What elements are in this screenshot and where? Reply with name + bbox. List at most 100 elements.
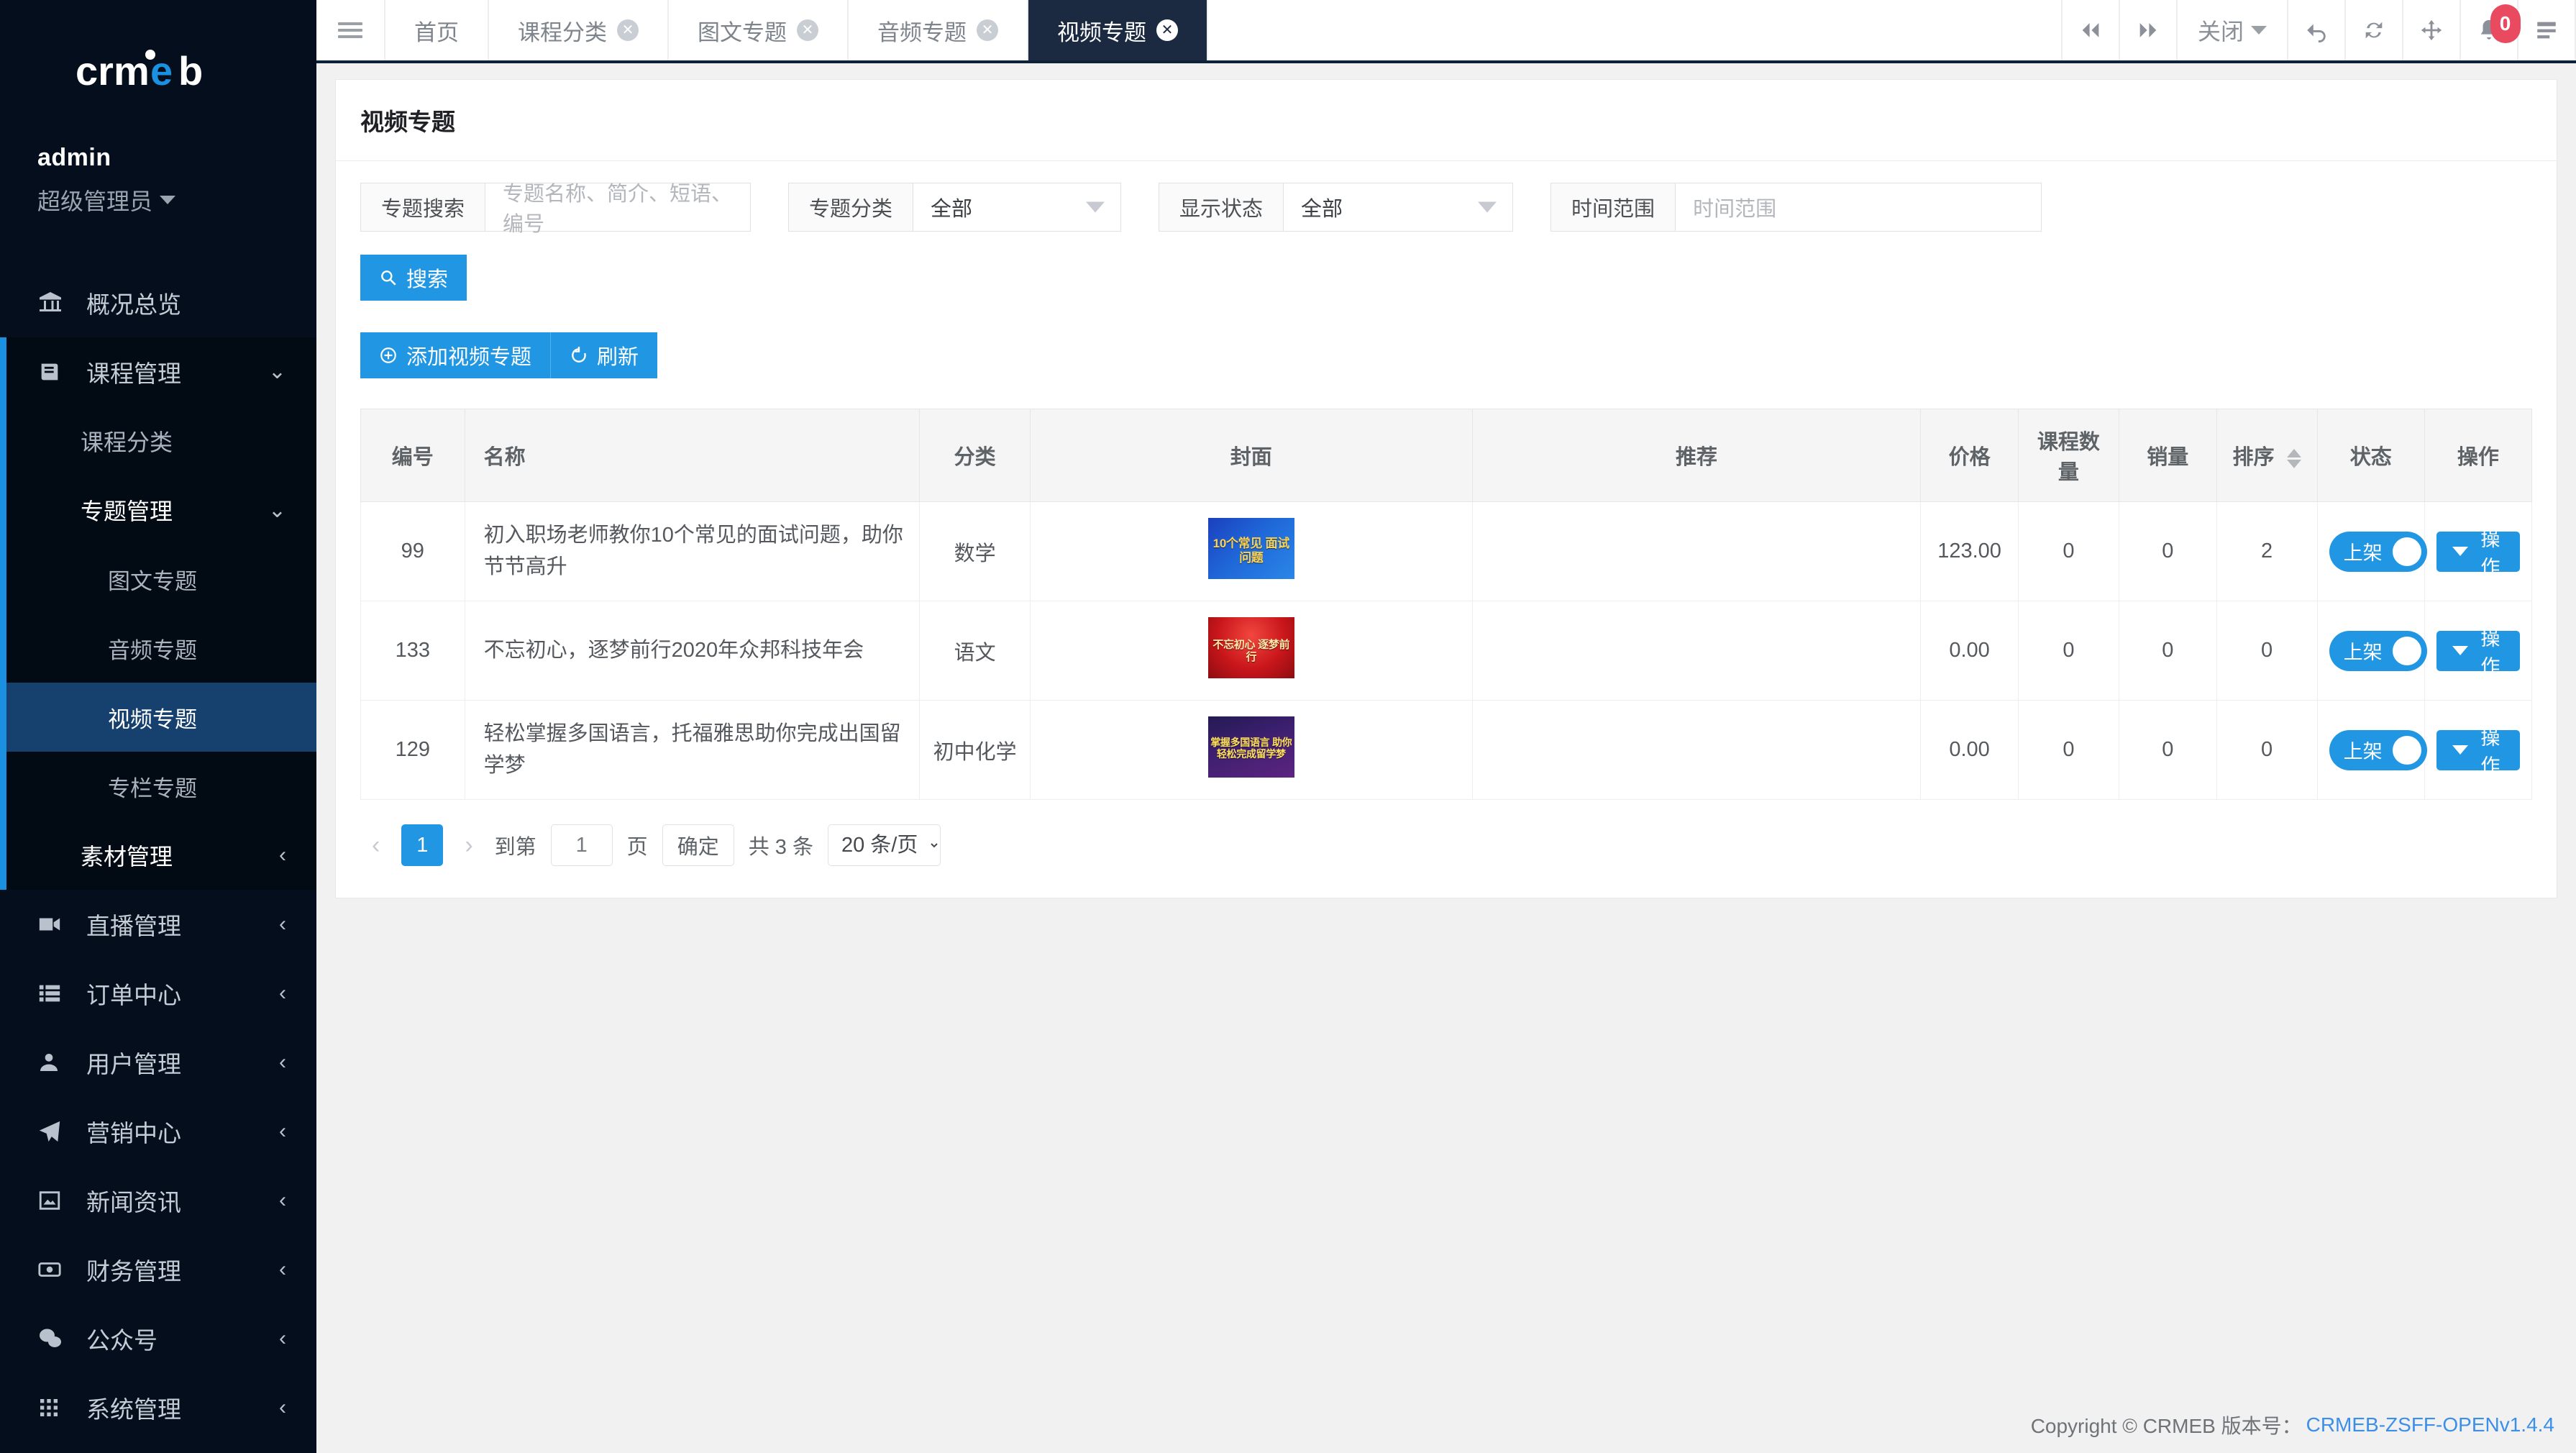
cell-action: 操作 — [2424, 700, 2533, 800]
pagination-next-button[interactable]: › — [457, 832, 480, 860]
cell-category: 初中化学 — [919, 700, 1031, 800]
sidebar-item-users[interactable]: 用户管理 ‹ — [0, 1028, 316, 1097]
sidebar-item-wechat[interactable]: 公众号 ‹ — [0, 1304, 316, 1373]
sidebar-item-graphic-topic[interactable]: 图文专题 — [0, 545, 316, 614]
sidebar-item-material-management[interactable]: 素材管理 ‹ — [0, 821, 316, 890]
sidebar-item-course-management-label: 课程管理 — [86, 360, 181, 387]
back-button[interactable] — [2288, 0, 2346, 60]
col-recommend: 推荐 — [1471, 409, 1922, 502]
sidebar-item-topic-management[interactable]: 专题管理 ⌄ — [0, 475, 316, 545]
action-dropdown-button[interactable]: 操作 — [2436, 529, 2520, 578]
sidebar-item-marketing[interactable]: 营销中心 ‹ — [0, 1097, 316, 1166]
tab-video-topic[interactable]: 视频专题 ✕ — [1028, 0, 1208, 60]
fullscreen-button[interactable] — [2403, 0, 2461, 60]
sidebar-item-news[interactable]: 新闻资讯 ‹ — [0, 1166, 316, 1235]
sidebar-item-course-category[interactable]: 课程分类 — [0, 406, 316, 475]
status-toggle[interactable]: 上架 — [2329, 729, 2427, 770]
col-category: 分类 — [919, 409, 1031, 502]
sidebar-item-course-management[interactable]: 课程管理 ⌄ — [0, 337, 316, 406]
pagination-page-1[interactable]: 1 — [401, 824, 444, 866]
brand-logo[interactable]: crm e b — [0, 0, 316, 144]
col-sales: 销量 — [2118, 409, 2217, 502]
panel-toggle-button[interactable] — [2518, 0, 2576, 60]
add-video-topic-button[interactable]: 添加视频专题 — [360, 332, 551, 378]
tab-audio-topic[interactable]: 音频专题 ✕ — [849, 0, 1028, 60]
sidebar-item-marketing-label: 营销中心 — [86, 1120, 181, 1147]
tab-home[interactable]: 首页 — [385, 0, 489, 60]
scroll-tabs-left-button[interactable] — [2063, 0, 2120, 60]
app-root: crm e b admin 超级管理员 概况总览 课程管理 ⌄ 课程分类 专题管… — [0, 0, 2576, 1453]
search-input[interactable]: 专题名称、简介、短语、编号 — [485, 183, 752, 236]
cover-thumbnail[interactable]: 掌握多国语言 助你轻松完成留学梦 — [1207, 716, 1294, 778]
sidebar-item-column-topic[interactable]: 专栏专题 — [0, 752, 316, 821]
search-button[interactable]: 搜索 — [360, 255, 467, 301]
image-icon — [37, 1188, 70, 1213]
tab-course-category[interactable]: 课程分类 ✕ — [489, 0, 669, 60]
col-cover: 封面 — [1029, 409, 1473, 502]
sidebar-item-system-settings[interactable]: 系统设置 ‹ — [0, 1442, 316, 1453]
refresh-table-button[interactable]: 刷新 — [550, 332, 658, 378]
user-role[interactable]: 超级管理员 — [37, 183, 316, 217]
cover-thumbnail[interactable]: 10个常见 面试问题 — [1207, 518, 1294, 579]
sidebar-item-system-management[interactable]: 系统管理 ‹ — [0, 1373, 316, 1442]
cell-cover: 掌握多国语言 助你轻松完成留学梦 — [1029, 700, 1473, 800]
page-size-select[interactable]: 20 条/页 — [827, 824, 941, 866]
action-dropdown-button[interactable]: 操作 — [2436, 628, 2520, 678]
col-price: 价格 — [1920, 409, 2019, 502]
user-icon — [37, 1051, 70, 1074]
sidebar-item-live[interactable]: 直播管理 ‹ — [0, 890, 316, 959]
undo-arrow-icon — [2307, 24, 2326, 42]
cell-name: 轻松掌握多国语言，托福雅思助你完成出国留学梦 — [464, 700, 921, 800]
filter-category: 专题分类 全部 — [788, 183, 1122, 232]
sidebar-item-video-topic[interactable]: 视频专题 — [0, 683, 316, 752]
cell-cover: 不忘初心 逐梦前行 — [1029, 601, 1473, 701]
sidebar-item-orders[interactable]: 订单中心 ‹ — [0, 959, 316, 1028]
cell-price: 0.00 — [1920, 700, 2019, 800]
pagination-prev-button[interactable]: ‹ — [365, 832, 387, 860]
sidebar-item-overview[interactable]: 概况总览 — [0, 268, 316, 337]
pagination-goto-input[interactable] — [550, 824, 613, 866]
col-sort[interactable]: 排序 — [2216, 409, 2318, 502]
pagination-confirm-button[interactable]: 确定 — [662, 824, 734, 866]
close-icon[interactable]: ✕ — [797, 19, 818, 41]
tab-graphic-topic[interactable]: 图文专题 ✕ — [669, 0, 849, 60]
category-select[interactable]: 全部 — [913, 183, 1122, 232]
close-icon[interactable]: ✕ — [977, 19, 998, 41]
cell-sort: 2 — [2216, 501, 2318, 601]
chevron-left-icon: ‹ — [279, 1119, 286, 1143]
cell-sort: 0 — [2216, 700, 2318, 800]
user-role-label: 超级管理员 — [37, 188, 153, 214]
col-sort-label: 排序 — [2232, 446, 2275, 469]
sidebar-item-finance[interactable]: 财务管理 ‹ — [0, 1235, 316, 1304]
close-icon[interactable]: ✕ — [1156, 19, 1178, 41]
table-row: 133 不忘初心，逐梦前行2020年众邦科技年会 语文 不忘初心 逐梦前行 0.… — [360, 601, 2533, 701]
scroll-tabs-right-button[interactable] — [2120, 0, 2178, 60]
notifications-button[interactable]: 0 — [2461, 0, 2521, 60]
close-icon[interactable]: ✕ — [617, 19, 639, 41]
sidebar-toggle-button[interactable] — [316, 0, 385, 60]
sidebar-item-audio-topic-label: 音频专题 — [108, 637, 197, 663]
action-dropdown-button[interactable]: 操作 — [2436, 727, 2520, 777]
status-toggle[interactable]: 上架 — [2329, 531, 2427, 572]
cell-sales: 0 — [2118, 700, 2217, 800]
action-dropdown-label: 操作 — [2480, 627, 2500, 678]
tab-home-label: 首页 — [414, 19, 459, 45]
cover-thumbnail[interactable]: 不忘初心 逐梦前行 — [1207, 617, 1294, 678]
cell-sales: 0 — [2118, 501, 2217, 601]
chevron-left-icon: ‹ — [279, 843, 286, 867]
grid-icon — [37, 1396, 70, 1419]
col-name: 名称 — [464, 409, 921, 502]
refresh-button[interactable] — [2346, 0, 2403, 60]
sidebar-item-topic-management-label: 专题管理 — [81, 498, 173, 524]
close-tabs-dropdown[interactable]: 关闭 — [2178, 0, 2288, 60]
sidebar-item-audio-topic[interactable]: 音频专题 — [0, 614, 316, 683]
cell-id: 99 — [360, 501, 465, 601]
status-toggle[interactable]: 上架 — [2329, 630, 2427, 671]
main-card: 视频专题 专题搜索 专题名称、简介、短语、编号 专题分类 全部 显示状态 全部 … — [335, 79, 2557, 898]
time-range-input[interactable]: 时间范围 — [1675, 183, 2042, 232]
status-select[interactable]: 全部 — [1283, 183, 1514, 232]
version-link[interactable]: CRMEB-ZSFF-OPENv1.4.4 — [2306, 1413, 2554, 1436]
sidebar-item-users-label: 用户管理 — [86, 1051, 181, 1078]
sort-arrows-icon[interactable] — [2286, 448, 2301, 468]
footer: Copyright © CRMEB 版本号： CRMEB-ZSFF-OPENv1… — [316, 1397, 2576, 1453]
